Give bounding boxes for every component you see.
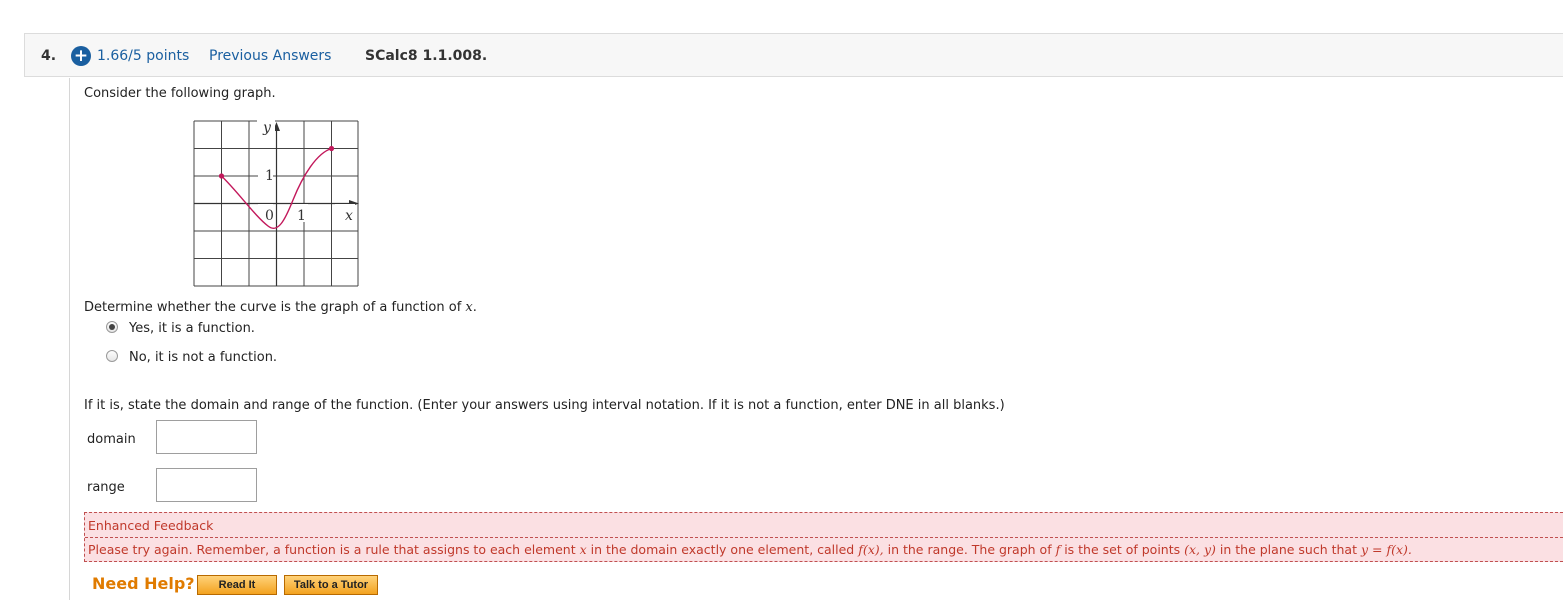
feedback-text-part: in the domain exactly one element, calle… bbox=[586, 542, 859, 557]
read-it-button[interactable]: Read It bbox=[197, 575, 277, 595]
feedback-math: (x, y) bbox=[1184, 542, 1216, 557]
feedback-text-part: in the plane such that bbox=[1215, 542, 1361, 557]
domain-input[interactable] bbox=[156, 420, 257, 454]
feedback-title: Enhanced Feedback bbox=[88, 518, 214, 533]
x-tick-label: 1 bbox=[297, 208, 306, 224]
origin-label: 0 bbox=[265, 208, 274, 224]
curve-start-point bbox=[218, 173, 225, 179]
question-number: 4. bbox=[41, 48, 57, 64]
yes-option-label: Yes, it is a function. bbox=[129, 321, 255, 336]
feedback-text-part: is the set of points bbox=[1060, 542, 1185, 557]
y-axis-label: y bbox=[262, 120, 272, 136]
domain-label: domain bbox=[87, 432, 136, 447]
enhanced-feedback-box: Enhanced Feedback Please try again. Reme… bbox=[84, 512, 1563, 562]
feedback-math: y = f(x). bbox=[1360, 542, 1412, 557]
points-link[interactable]: 1.66/5 points bbox=[97, 48, 189, 64]
feedback-text-part: Please try again. Remember, a function i… bbox=[88, 542, 580, 557]
content-left-rule bbox=[69, 78, 70, 600]
no-radio[interactable] bbox=[106, 350, 118, 362]
function-question: Determine whether the curve is the graph… bbox=[84, 300, 477, 315]
need-help-label: Need Help? bbox=[92, 574, 195, 593]
expand-plus-icon[interactable]: + bbox=[71, 46, 91, 66]
x-axis-label: x bbox=[345, 208, 353, 224]
feedback-divider bbox=[85, 537, 1563, 538]
feedback-math: x bbox=[579, 542, 587, 557]
question-reference: SCalc8 1.1.008. bbox=[365, 48, 488, 64]
feedback-math: f(x), bbox=[858, 542, 884, 557]
feedback-text-part: in the range. The graph of bbox=[883, 542, 1056, 557]
curve-end-point bbox=[328, 145, 335, 152]
question-header: 4. + 1.66/5 points Previous Answers SCal… bbox=[24, 33, 1563, 77]
range-label: range bbox=[87, 480, 125, 495]
previous-answers-link[interactable]: Previous Answers bbox=[209, 48, 331, 64]
talk-to-tutor-button[interactable]: Talk to a Tutor bbox=[284, 575, 378, 595]
function-question-text: Determine whether the curve is the graph… bbox=[84, 300, 466, 315]
feedback-text: Please try again. Remember, a function i… bbox=[88, 542, 1412, 557]
yes-radio[interactable] bbox=[106, 321, 118, 333]
domain-range-instruction: If it is, state the domain and range of … bbox=[84, 398, 1005, 413]
function-question-var: x bbox=[465, 300, 473, 315]
function-question-end: . bbox=[472, 300, 477, 315]
no-option-label: No, it is not a function. bbox=[129, 350, 278, 365]
range-input[interactable] bbox=[156, 468, 257, 502]
function-graph: y 1 0 1 x bbox=[193, 120, 360, 292]
graph-prompt: Consider the following graph. bbox=[84, 86, 276, 101]
y-tick-label: 1 bbox=[265, 168, 274, 184]
